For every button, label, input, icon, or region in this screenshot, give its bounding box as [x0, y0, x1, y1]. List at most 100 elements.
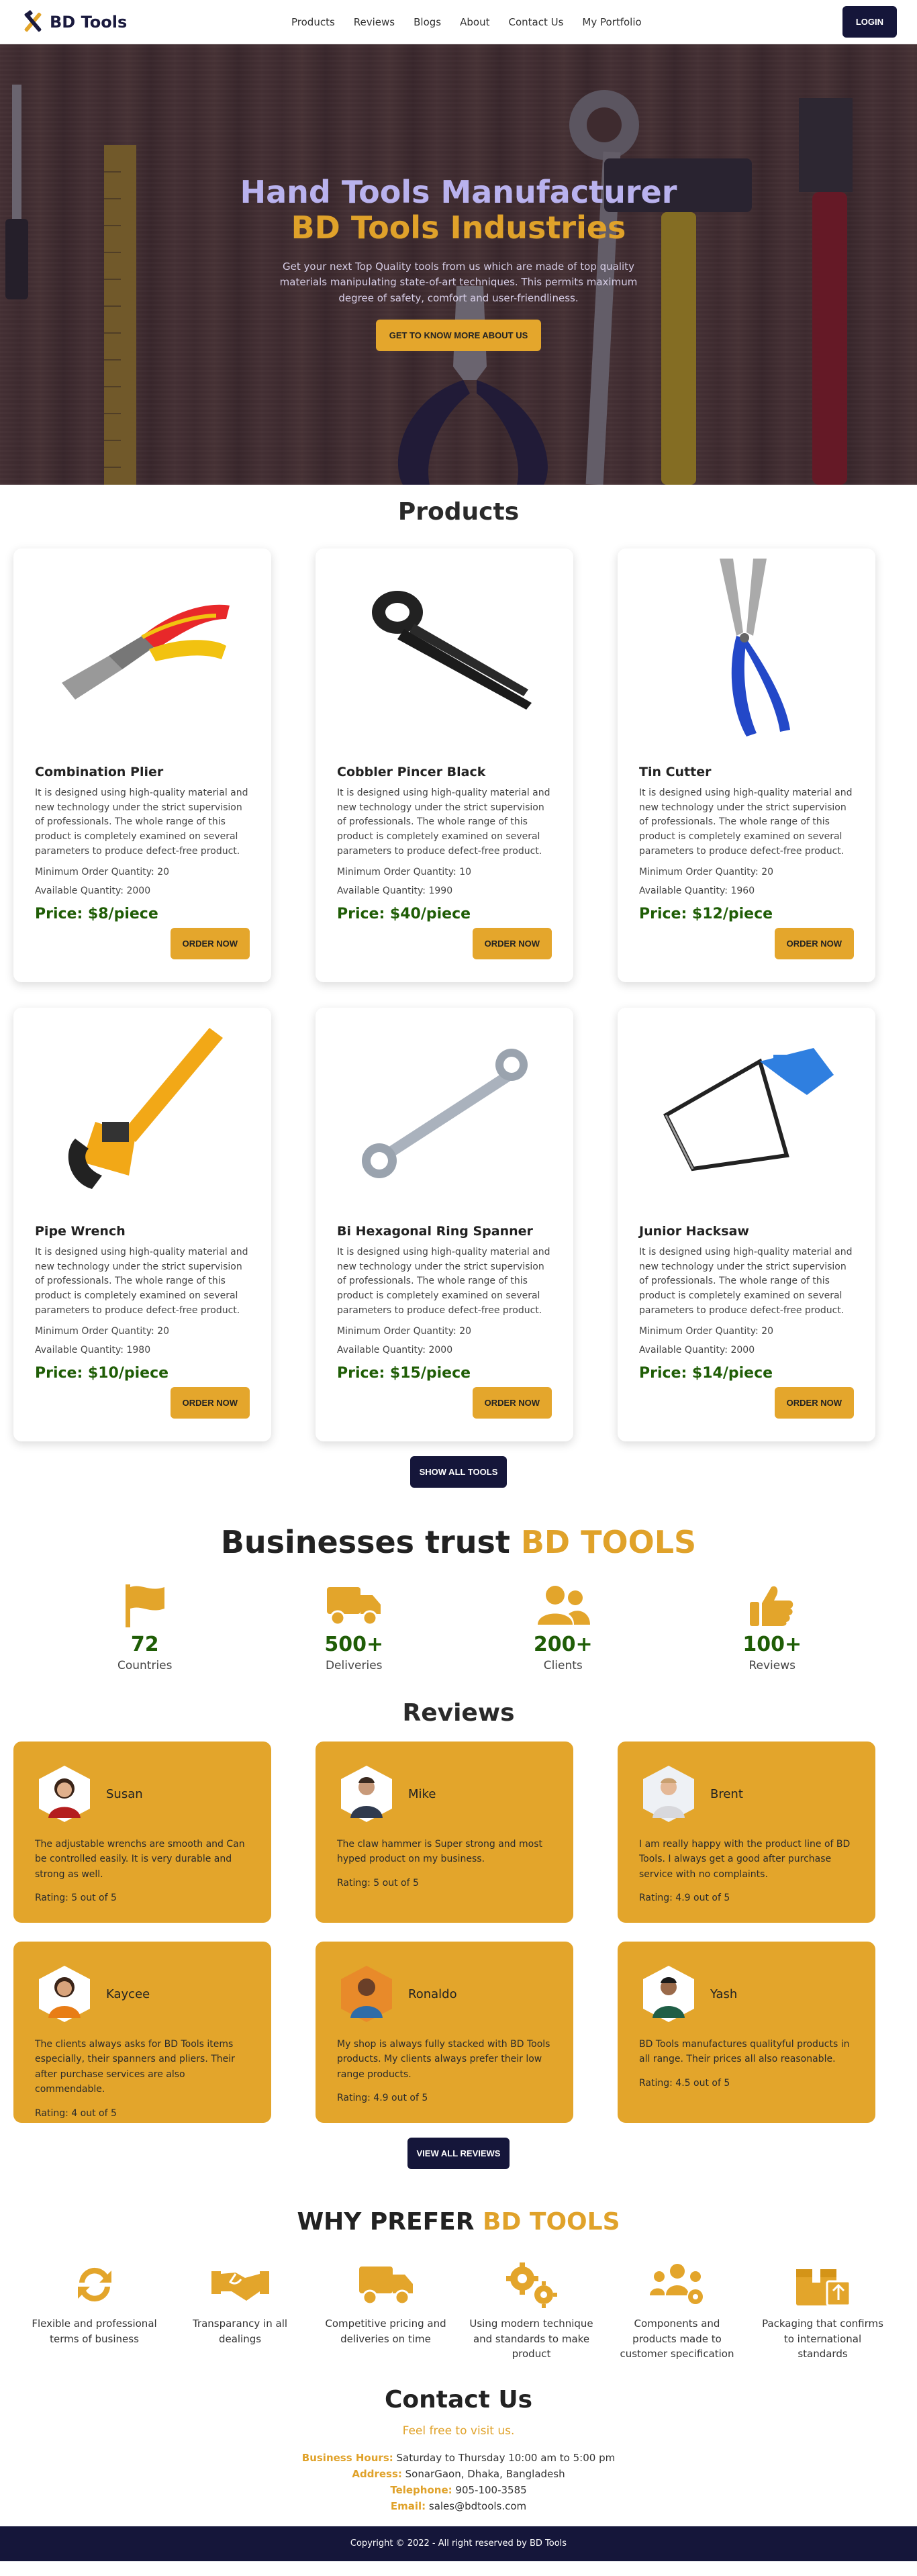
stat-label: Deliveries — [325, 1659, 383, 1672]
reviewer-name: Ronaldo — [408, 1987, 457, 2001]
pliers-image — [35, 548, 250, 750]
product-card: Cobbler Pincer Black It is designed usin… — [316, 548, 573, 982]
nav-link-reviews[interactable]: Reviews — [344, 16, 404, 28]
address-label: Address: — [352, 2467, 402, 2480]
product-description: It is designed using high-quality materi… — [35, 1247, 248, 1316]
available-label: Available Quantity: — [35, 1345, 127, 1356]
feature-item: Components and products made to customer… — [604, 2260, 750, 2362]
review-card: Susan The adjustable wrenchs are smooth … — [13, 1742, 271, 1923]
hours-label: Business Hours: — [301, 2451, 393, 2464]
thumbs-up-icon — [668, 1582, 877, 1629]
reviewer-name: Yash — [710, 1987, 738, 2001]
view-all-reviews-button[interactable]: VIEW ALL REVIEWS — [407, 2138, 510, 2169]
product-price: Price: $40/piece — [337, 906, 471, 923]
review-header: Ronaldo — [337, 1964, 552, 2023]
nav-link-about[interactable]: About — [450, 16, 499, 28]
min-order-quantity: Minimum Order Quantity: 20 — [639, 1326, 854, 1337]
product-card: Junior Hacksaw It is designed using high… — [618, 1008, 875, 1441]
nav-link-products[interactable]: Products — [282, 16, 344, 28]
phone-value[interactable]: 905-100-3585 — [452, 2484, 526, 2496]
product-card: Tin Cutter It is designed using high-qua… — [618, 548, 875, 982]
available-value: 1960 — [730, 886, 755, 897]
avatar — [35, 1964, 94, 2023]
feature-label: Packaging that confirms to international… — [762, 2318, 883, 2360]
show-all-tools-button[interactable]: SHOW ALL TOOLS — [409, 1456, 508, 1488]
stat-label: Reviews — [749, 1659, 795, 1672]
order-now-button[interactable]: ORDER NOW — [170, 1387, 250, 1419]
reviews-title: Reviews — [402, 1699, 515, 1727]
flag-icon — [40, 1582, 250, 1629]
review-card: Yash BD Tools manufactures qualityful pr… — [618, 1942, 875, 2123]
copyright-text: Copyright © 2022 - All right reserved by… — [350, 2538, 567, 2548]
stat-countries: 72 Countries — [40, 1582, 250, 1672]
email: Email: sales@bdtools.com — [0, 2498, 917, 2514]
avatar — [639, 1764, 698, 1823]
know-more-button[interactable]: GET TO KNOW MORE ABOUT US — [375, 319, 542, 351]
refresh-icon — [21, 2260, 167, 2309]
min-order-label: Minimum Order Quantity: — [639, 1326, 762, 1337]
product-name: Bi Hexagonal Ring Spanner — [337, 1224, 533, 1239]
hero-content: Hand Tools Manufacturer BD Tools Industr… — [0, 175, 917, 351]
min-order-label: Minimum Order Quantity: — [337, 1326, 460, 1337]
min-order-value: 20 — [761, 867, 774, 878]
order-now-button[interactable]: ORDER NOW — [472, 928, 552, 959]
brand[interactable]: BD Tools — [20, 9, 127, 35]
hero-subtitle: BD Tools Industries — [291, 209, 626, 246]
reviews-section: Reviews Susan The adjustable wrenchs are… — [0, 1699, 917, 2169]
order-now-button[interactable]: ORDER NOW — [774, 1387, 854, 1419]
email-label: Email: — [390, 2499, 426, 2512]
available-value: 1990 — [428, 886, 453, 897]
stat-value: 200+ — [533, 1633, 593, 1656]
reviewer-name: Kaycee — [106, 1987, 150, 2001]
avatar — [337, 1764, 396, 1823]
avatar — [337, 1964, 396, 2023]
email-value[interactable]: sales@bdtools.com — [426, 2500, 526, 2512]
tin-cutter-image — [639, 548, 854, 750]
footer: Copyright © 2022 - All right reserved by… — [0, 2526, 917, 2561]
telephone: Telephone: 905-100-3585 — [0, 2482, 917, 2498]
available-quantity: Available Quantity: 2000 — [337, 1345, 552, 1355]
feature-label: Transparancy in all dealings — [192, 2318, 288, 2345]
order-now-button[interactable]: ORDER NOW — [170, 928, 250, 959]
products-title: Products — [397, 498, 520, 526]
stat-clients: 200+ Clients — [458, 1582, 668, 1672]
min-order-value: 10 — [459, 867, 472, 878]
review-header: Mike — [337, 1764, 552, 1823]
feature-item: Packaging that confirms to international… — [750, 2260, 896, 2362]
contact-title: Contact Us — [384, 2385, 533, 2414]
trust-title-prefix: Businesses trust — [220, 1524, 521, 1560]
reviewer-name: Mike — [408, 1786, 436, 1801]
hours-value: Saturday to Thursday 10:00 am to 5:00 pm — [393, 2451, 616, 2464]
available-quantity: Available Quantity: 1990 — [337, 886, 552, 896]
min-order-label: Minimum Order Quantity: — [35, 1326, 158, 1337]
review-header: Yash — [639, 1964, 854, 2023]
min-order-label: Minimum Order Quantity: — [35, 867, 158, 878]
order-now-button[interactable]: ORDER NOW — [774, 928, 854, 959]
review-text: The clients always asks for BD Tools ite… — [35, 2039, 235, 2095]
stat-label: Clients — [543, 1659, 583, 1672]
review-card: Kaycee The clients always asks for BD To… — [13, 1942, 271, 2123]
product-price: Price: $12/piece — [639, 906, 773, 923]
review-header: Kaycee — [35, 1964, 250, 2023]
gears-icon — [458, 2260, 604, 2309]
available-value: 2000 — [126, 886, 151, 897]
min-order-value: 20 — [459, 1326, 472, 1337]
reviewer-name: Susan — [106, 1786, 143, 1801]
review-card: Mike The claw hammer is Super strong and… — [316, 1742, 573, 1923]
available-quantity: Available Quantity: 2000 — [639, 1345, 854, 1355]
available-label: Available Quantity: — [337, 886, 429, 897]
review-card: Brent I am really happy with the product… — [618, 1742, 875, 1923]
nav-link-portfolio[interactable]: My Portfolio — [573, 16, 650, 28]
review-rating: Rating: 5 out of 5 — [35, 1893, 117, 1904]
feature-item: Using modern technique and standards to … — [458, 2260, 604, 2362]
nav-link-blogs[interactable]: Blogs — [404, 16, 450, 28]
nav-link-contact[interactable]: Contact Us — [499, 16, 573, 28]
login-button[interactable]: LOGIN — [842, 6, 897, 38]
product-card: Pipe Wrench It is designed using high-qu… — [13, 1008, 271, 1441]
show-all-wrap: SHOW ALL TOOLS — [0, 1456, 917, 1488]
review-text: The claw hammer is Super strong and most… — [337, 1839, 542, 1865]
order-now-button[interactable]: ORDER NOW — [472, 1387, 552, 1419]
product-description: It is designed using high-quality materi… — [337, 788, 550, 857]
truck-icon — [313, 2260, 458, 2309]
avatar — [639, 1964, 698, 2023]
